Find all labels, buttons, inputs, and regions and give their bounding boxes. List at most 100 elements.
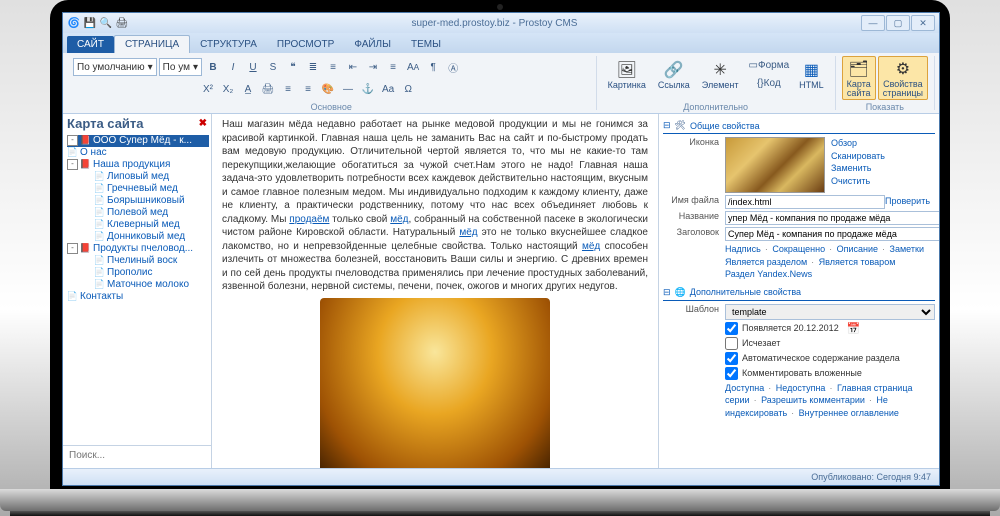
sub-button[interactable]: X₂	[219, 80, 237, 98]
symbol-button[interactable]: Ω	[399, 80, 417, 98]
check-appears[interactable]	[725, 322, 738, 335]
link-is-product[interactable]: Является товаром	[819, 257, 896, 267]
align-right-button[interactable]: ≡	[299, 80, 317, 98]
link-avail[interactable]: Доступна	[725, 383, 764, 393]
tree-item[interactable]: 📄Контакты	[67, 291, 209, 303]
tree-item[interactable]: 📄Липовый мед	[81, 171, 209, 183]
strike-button[interactable]: S	[264, 58, 282, 76]
link-descr[interactable]: Описание	[837, 244, 878, 254]
link-allowcomm[interactable]: Разрешить комментарии	[761, 395, 865, 405]
insert-element-button[interactable]: ✳Элемент	[697, 57, 744, 92]
insert-picture-button[interactable]: 🖼Картинка	[603, 57, 651, 92]
tree-item[interactable]: -📕ООО Супер Мёд - к...	[67, 135, 209, 147]
expand-icon[interactable]: -	[67, 159, 78, 170]
tree-item[interactable]: 📄О нас	[67, 147, 209, 159]
insert-code-button[interactable]: {} Код	[746, 74, 793, 92]
check-disappears[interactable]	[725, 337, 738, 350]
print-button[interactable]: 🖨	[259, 80, 277, 98]
search-input[interactable]	[67, 449, 211, 462]
action-scan[interactable]: Сканировать	[831, 151, 885, 161]
name-field[interactable]	[725, 211, 939, 225]
expand-icon[interactable]: -	[67, 135, 78, 146]
show-properties-button[interactable]: ⚙Свойства страницы	[878, 56, 928, 100]
collapse-icon[interactable]: ⊟	[663, 120, 671, 131]
tab-view[interactable]: ПРОСМОТР	[267, 36, 344, 53]
window-close[interactable]: ✕	[911, 15, 935, 31]
filename-field[interactable]	[725, 195, 885, 209]
action-review[interactable]: Обзор	[831, 138, 857, 148]
link-is-section[interactable]: Является разделом	[725, 257, 807, 267]
tab-themes[interactable]: ТЕМЫ	[401, 36, 451, 53]
action-check[interactable]: Проверить	[885, 196, 930, 206]
align-left-button[interactable]: ≡	[384, 58, 402, 76]
expand-icon[interactable]: -	[67, 243, 78, 254]
window-maximize[interactable]: ▢	[886, 15, 910, 31]
tree-item[interactable]: 📄Донниковый мед	[81, 231, 209, 243]
title-field[interactable]	[725, 227, 939, 241]
indent-button[interactable]: ⇥	[364, 58, 382, 76]
close-icon[interactable]: ✖	[199, 118, 207, 129]
tree-item[interactable]: 📄Пчелиный воск	[81, 255, 209, 267]
link-internal[interactable]: Внутреннее оглавление	[799, 408, 899, 418]
qa-save-icon[interactable]: 💾	[83, 16, 97, 30]
paragraph-button[interactable]: ¶	[424, 58, 442, 76]
action-clear[interactable]: Очистить	[831, 176, 870, 186]
bold-button[interactable]: B	[204, 58, 222, 76]
tree-item[interactable]: -📕Продукты пчеловод...	[67, 243, 209, 255]
qa-preview-icon[interactable]: 🔍	[99, 16, 113, 30]
template-select[interactable]: template	[725, 304, 935, 320]
font-color-button[interactable]: A̲	[239, 80, 257, 98]
fill-button[interactable]: 🎨	[319, 80, 337, 98]
content-paragraph[interactable]: Наш магазин мёда недавно работает на рын…	[222, 118, 648, 294]
format-combo[interactable]: По ум▾	[159, 58, 202, 76]
underline-button[interactable]: U	[244, 58, 262, 76]
window-minimize[interactable]: —	[861, 15, 885, 31]
case-button[interactable]: Aa	[379, 80, 397, 98]
tree-item[interactable]: 📄Полевой мед	[81, 207, 209, 219]
section-more[interactable]: ⊟ 🌐 Дополнительные свойства	[663, 285, 935, 301]
sup-button[interactable]: X²	[199, 80, 217, 98]
link-unavail[interactable]: Недоступна	[776, 383, 826, 393]
style-combo[interactable]: По умолчанию▾	[73, 58, 157, 76]
collapse-icon[interactable]: ⊟	[663, 287, 671, 298]
tab-structure[interactable]: СТРУКТУРА	[190, 36, 267, 53]
tab-site[interactable]: САЙТ	[67, 36, 114, 53]
hr-button[interactable]: —	[339, 80, 357, 98]
tree-item[interactable]: 📄Гречневый мед	[81, 183, 209, 195]
tab-page[interactable]: СТРАНИЦА	[114, 35, 190, 53]
link-yandex[interactable]: Раздел Yandex.News	[725, 269, 812, 279]
check-autocontent[interactable]	[725, 352, 738, 365]
insert-link-button[interactable]: 🔗Ссылка	[653, 57, 695, 92]
italic-button[interactable]: I	[224, 58, 242, 76]
link-caption[interactable]: Надпись	[725, 244, 761, 254]
content-image[interactable]	[320, 298, 550, 469]
check-comment[interactable]	[725, 367, 738, 380]
section-common[interactable]: ⊟ 🛠 Общие свойства	[663, 118, 935, 134]
tree-item[interactable]: 📄Прополис	[81, 267, 209, 279]
tree-item[interactable]: 📄Клеверный мед	[81, 219, 209, 231]
unordered-list-button[interactable]: ≣	[304, 58, 322, 76]
align-center-button[interactable]: ≡	[279, 80, 297, 98]
tree-item[interactable]: 📄Боярышниковый	[81, 195, 209, 207]
site-tree[interactable]: -📕ООО Супер Мёд - к...📄О нас-📕Наша проду…	[63, 133, 211, 445]
link-main[interactable]: Главная страница	[837, 383, 913, 393]
show-sitemap-button[interactable]: 🗂Карта сайта	[842, 56, 876, 100]
outdent-button[interactable]: ⇤	[344, 58, 362, 76]
insert-form-button[interactable]: ▭ Форма	[746, 56, 793, 74]
link-series[interactable]: серии	[725, 395, 750, 405]
clear-button[interactable]: Ⓐ	[444, 58, 462, 76]
qa-print-icon[interactable]: 🖨	[115, 16, 129, 30]
action-replace[interactable]: Заменить	[831, 163, 871, 173]
tab-files[interactable]: ФАЙЛЫ	[344, 36, 401, 53]
quote-button[interactable]: ❝	[284, 58, 302, 76]
insert-html-button[interactable]: ▦HTML	[794, 57, 829, 92]
font-size-button[interactable]: AA	[404, 58, 422, 76]
calendar-icon[interactable]: 📅	[847, 322, 861, 335]
anchor-button[interactable]: ⚓	[359, 80, 377, 98]
link-short[interactable]: Сокращенно	[772, 244, 825, 254]
tree-item[interactable]: 📄Маточное молоко	[81, 279, 209, 291]
ordered-list-button[interactable]: ≡	[324, 58, 342, 76]
content-editor[interactable]: Наш магазин мёда недавно работает на рын…	[212, 114, 658, 468]
page-thumbnail[interactable]	[725, 137, 825, 193]
tree-item[interactable]: -📕Наша продукция	[67, 159, 209, 171]
